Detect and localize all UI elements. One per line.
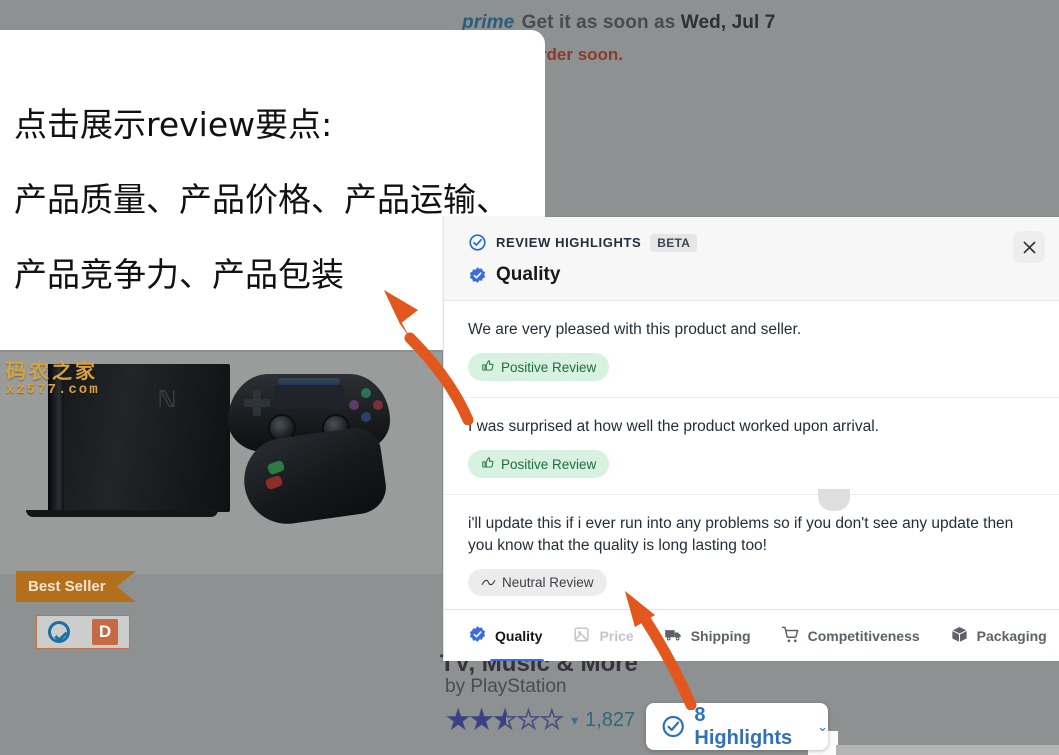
cart-icon [781,625,800,647]
best-seller-badge: Best Seller [16,571,136,602]
review-text: We are very pleased with this product an… [468,321,802,338]
truck-icon [664,625,683,647]
watermark-cn-text: 码农之家 [6,361,98,383]
tab-shipping[interactable]: Shipping [664,610,751,662]
verified-badge-icon [468,625,487,647]
verified-badge-icon [469,266,486,283]
chevron-down-icon[interactable]: ▾ [571,712,578,729]
annotation-line-1: 点击展示review要点: [14,105,333,144]
playstation-logo-icon: ℕ [157,386,177,412]
tab-label: Packaging [976,627,1047,644]
d-badge-icon: D [92,619,118,645]
tab-label: Quality [495,627,543,644]
delivery-date: Wed, Jul 7 [680,12,776,33]
review-item: i'll update this if i ever run into any … [444,495,1059,609]
watermark-url-text: xz577.com [6,382,100,398]
screenshot-root: prime Get it as soon as Wed, Jul 7 stock… [0,0,1059,755]
thumbs-up-icon [482,360,494,371]
review-item: I was surprised at how well the product … [444,398,1059,495]
review-highlights-label: REVIEW HIGHLIGHTS [496,235,642,250]
thumbs-up-icon [481,359,495,375]
close-button[interactable] [1013,231,1045,263]
category-tab-bar[interactable]: Quality Price Shipping Competitiveness Packa… [444,609,1059,661]
beta-badge: BETA [650,233,698,252]
review-sentiment-label: Neutral Review [502,575,594,590]
review-sentiment-tag[interactable]: Positive Review [468,450,610,478]
category-title-row: Quality [468,264,1039,286]
category-title: Quality [496,264,561,285]
wave-icon [481,579,496,586]
modal-header: REVIEW HIGHLIGHTS BETA Quality [444,217,1059,301]
review-highlights-modal: REVIEW HIGHLIGHTS BETA Quality We are ve… [443,217,1059,661]
tab-price[interactable]: Price [572,610,634,662]
review-sentiment-tag[interactable]: Positive Review [468,353,610,381]
rating-count[interactable]: 1,827 [585,709,635,732]
console-stand-graphic [26,510,218,517]
thumbs-up-icon [482,457,494,468]
box-icon [950,625,969,647]
annotation-line-2: 产品质量、产品价格、产品运输、 [14,180,509,219]
tab-label: Price [599,627,634,644]
tab-packaging[interactable]: Packaging [950,610,1047,662]
close-icon [1023,241,1035,253]
highlights-button-label: 8 Highlights [694,703,793,749]
tab-label: Competitiveness [807,627,920,644]
site-watermark: 码农之家 xz577.com [6,362,100,398]
modal-header-title-row: REVIEW HIGHLIGHTS BETA [468,233,1039,252]
highlights-button[interactable]: 8 Highlights ⌄ [646,703,828,750]
review-sentiment-label: Positive Review [501,359,597,375]
delivery-prefix: Get it as soon as [521,12,676,33]
check-circle-icon [662,715,684,738]
tab-label: Shipping [690,627,751,644]
star-rating[interactable]: ★★★★★ ★★★★★ [446,707,564,734]
review-sentiment-label: Positive Review [501,456,597,472]
review-item: We are very pleased with this product an… [444,301,1059,398]
review-text: I was surprised at how well the product … [468,418,879,435]
tab-quality[interactable]: Quality [468,610,545,661]
review-list[interactable]: We are very pleased with this product an… [444,301,1059,609]
wave-icon [481,576,496,589]
chevron-down-icon: ⌄ [817,718,828,734]
review-highlights-icon [469,234,486,251]
verified-check-icon [48,621,70,643]
rating-row[interactable]: ★★★★★ ★★★★★ ▾ 1,827 [446,707,635,734]
tab-competitiveness[interactable]: Competitiveness [781,610,920,662]
thumbs-up-icon [481,456,495,472]
product-brand: by PlayStation [445,676,567,697]
review-text: i'll update this if i ever run into any … [468,515,1014,554]
price-tag-icon [572,625,591,647]
review-sentiment-tag[interactable]: Neutral Review [468,569,607,596]
bottom-bar-artifact [836,745,1059,755]
certification-badges: D [36,615,130,649]
